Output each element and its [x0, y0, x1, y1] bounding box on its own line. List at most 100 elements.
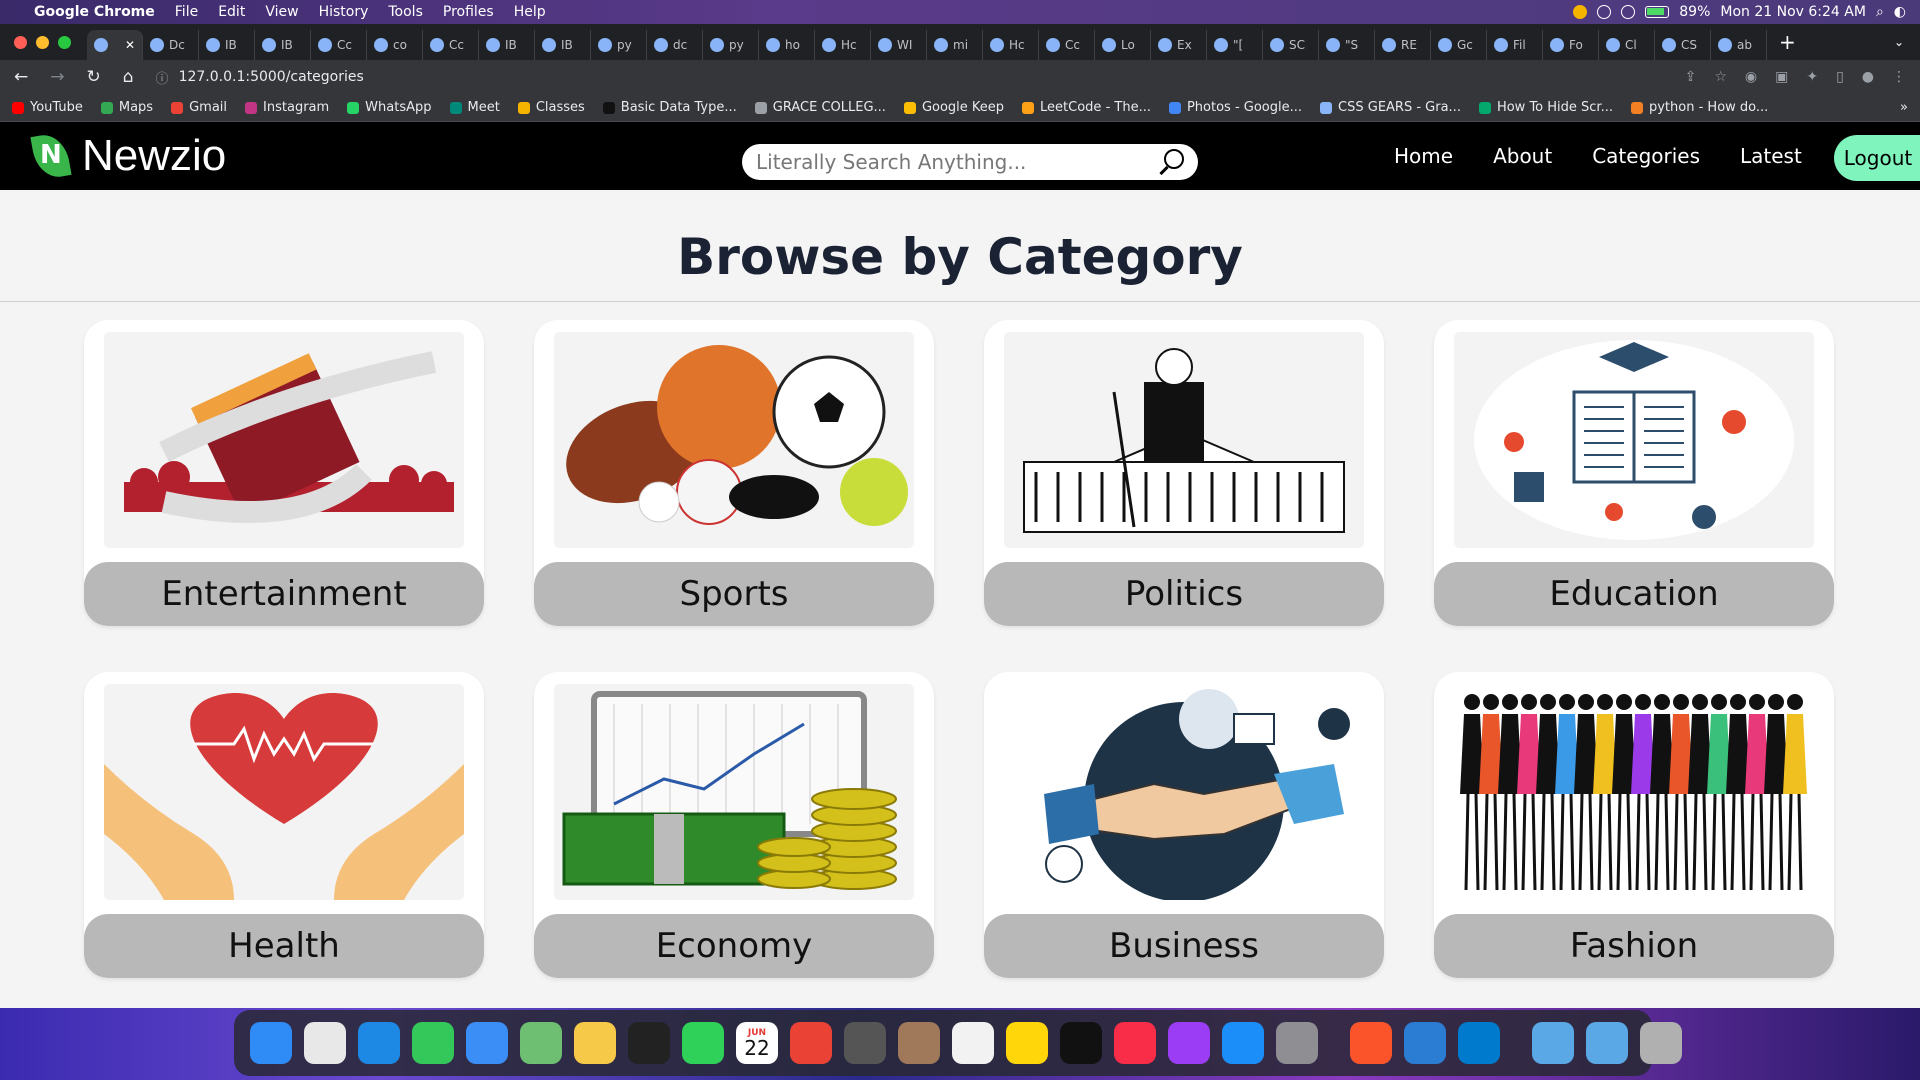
- chrome-menu-icon[interactable]: ⋮: [1892, 69, 1906, 85]
- forward-button[interactable]: →: [50, 67, 64, 87]
- bookmark-item[interactable]: YouTube: [12, 100, 83, 115]
- browser-tab[interactable]: Lo: [1095, 30, 1151, 60]
- tab-search-chevron-icon[interactable]: ⌄: [1894, 35, 1904, 49]
- category-card[interactable]: Health: [84, 672, 484, 978]
- category-label[interactable]: Economy: [534, 914, 934, 978]
- browser-tab[interactable]: "[: [1207, 30, 1263, 60]
- close-window-button[interactable]: [14, 35, 27, 49]
- capitol-figure-icon[interactable]: [1004, 332, 1364, 548]
- money-chart-icon[interactable]: [554, 684, 914, 900]
- battery-icon[interactable]: [1645, 6, 1670, 18]
- app-store-icon[interactable]: [1222, 1022, 1264, 1064]
- film-reel-icon[interactable]: [104, 332, 464, 548]
- bookmark-item[interactable]: LeetCode - The...: [1022, 100, 1151, 115]
- bookmark-item[interactable]: Instagram: [245, 100, 329, 115]
- launchpad-icon[interactable]: [304, 1022, 346, 1064]
- category-label[interactable]: Politics: [984, 562, 1384, 626]
- translate-icon[interactable]: ▣: [1775, 69, 1788, 85]
- category-card[interactable]: Economy: [534, 672, 934, 978]
- browser-tab[interactable]: Hc: [983, 30, 1039, 60]
- browser-tab[interactable]: WI: [871, 30, 927, 60]
- tab-close-icon[interactable]: ✕: [125, 38, 135, 52]
- bookmark-item[interactable]: GRACE COLLEG...: [754, 100, 886, 115]
- browser-tab[interactable]: ho: [759, 30, 815, 60]
- handshake-icon[interactable]: [1004, 684, 1364, 900]
- calendar-icon[interactable]: JUN 22: [736, 1022, 778, 1064]
- browser-tab[interactable]: Cc: [1039, 30, 1095, 60]
- browser-tab[interactable]: Hc: [815, 30, 871, 60]
- reload-button[interactable]: ↻: [87, 67, 101, 87]
- nav-about-link[interactable]: About: [1493, 144, 1552, 168]
- site-info-icon[interactable]: ⓘ: [156, 68, 169, 87]
- bookmark-item[interactable]: Photos - Google...: [1168, 100, 1302, 115]
- browser-tab[interactable]: Cc: [311, 30, 367, 60]
- home-button[interactable]: ⌂: [123, 67, 134, 87]
- search-input[interactable]: [756, 150, 1158, 174]
- minimize-window-button[interactable]: [36, 35, 49, 49]
- bookmark-item[interactable]: Gmail: [171, 100, 227, 115]
- downloads-icon[interactable]: [1532, 1022, 1574, 1064]
- browser-tab[interactable]: IB: [199, 30, 255, 60]
- maps-icon[interactable]: [520, 1022, 562, 1064]
- folder-icon[interactable]: [1586, 1022, 1628, 1064]
- category-label[interactable]: Entertainment: [84, 562, 484, 626]
- browser-tab[interactable]: CS: [1655, 30, 1711, 60]
- new-tab-button[interactable]: +: [1779, 30, 1796, 54]
- browser-tab[interactable]: ab: [1711, 30, 1767, 60]
- category-label[interactable]: Education: [1434, 562, 1834, 626]
- copilot-icon[interactable]: [1404, 1022, 1446, 1064]
- music-icon[interactable]: [1114, 1022, 1156, 1064]
- facetime-icon[interactable]: [682, 1022, 724, 1064]
- browser-tab[interactable]: py: [591, 30, 647, 60]
- bookmark-star-icon[interactable]: ☆: [1714, 69, 1727, 85]
- browser-tab[interactable]: "S: [1319, 30, 1375, 60]
- heart-hands-icon[interactable]: [104, 684, 464, 900]
- category-card[interactable]: Business: [984, 672, 1384, 978]
- browser-tab[interactable]: Fil: [1487, 30, 1543, 60]
- menubar-clock[interactable]: Mon 21 Nov 6:24 AM: [1720, 4, 1866, 20]
- logout-button[interactable]: Logout: [1834, 135, 1920, 181]
- vscode-icon[interactable]: [1458, 1022, 1500, 1064]
- site-logo[interactable]: N Newzio: [30, 131, 226, 181]
- category-label[interactable]: Sports: [534, 562, 934, 626]
- browser-tab[interactable]: co: [367, 30, 423, 60]
- bookmark-item[interactable]: CSS GEARS - Gra...: [1320, 100, 1461, 115]
- browser-tab[interactable]: py: [703, 30, 759, 60]
- menu-help[interactable]: Help: [514, 4, 546, 20]
- bookmarks-overflow-icon[interactable]: »: [1900, 100, 1908, 115]
- screenshot-icon[interactable]: [844, 1022, 886, 1064]
- nav-categories-link[interactable]: Categories: [1592, 144, 1700, 168]
- address-bar[interactable]: ⓘ 127.0.0.1:5000/categories: [156, 63, 1667, 91]
- spotlight-search-icon[interactable]: ⌕: [1876, 4, 1884, 20]
- category-card[interactable]: Entertainment: [84, 320, 484, 626]
- category-label[interactable]: Fashion: [1434, 914, 1834, 978]
- voice-memos-icon[interactable]: [628, 1022, 670, 1064]
- address-url[interactable]: 127.0.0.1:5000/categories: [179, 69, 364, 85]
- mail-icon[interactable]: [466, 1022, 508, 1064]
- browser-tab[interactable]: IB: [479, 30, 535, 60]
- bookmark-item[interactable]: Google Keep: [903, 100, 1004, 115]
- bookmark-item[interactable]: How To Hide Scr...: [1478, 100, 1613, 115]
- chrome-icon[interactable]: [790, 1022, 832, 1064]
- menu-tools[interactable]: Tools: [388, 4, 423, 20]
- browser-tab[interactable]: Dc: [143, 30, 199, 60]
- browser-tab[interactable]: Cc: [423, 30, 479, 60]
- notes-icon[interactable]: [1006, 1022, 1048, 1064]
- category-card[interactable]: Education: [1434, 320, 1834, 626]
- menu-profiles[interactable]: Profiles: [443, 4, 494, 20]
- menu-edit[interactable]: Edit: [218, 4, 245, 20]
- extension-icon[interactable]: ◉: [1745, 69, 1757, 85]
- bookmark-item[interactable]: Meet: [449, 100, 500, 115]
- category-card[interactable]: Fashion: [1434, 672, 1834, 978]
- trash-icon[interactable]: [1640, 1022, 1682, 1064]
- category-card[interactable]: Sports: [534, 320, 934, 626]
- bluetooth-icon[interactable]: [1621, 5, 1636, 19]
- menu-app-name[interactable]: Google Chrome: [34, 4, 155, 20]
- nav-latest-link[interactable]: Latest: [1740, 144, 1802, 168]
- profile-icon[interactable]: ●: [1862, 69, 1874, 85]
- safari-icon[interactable]: [358, 1022, 400, 1064]
- browser-tab[interactable]: dc: [647, 30, 703, 60]
- browser-tab[interactable]: mi: [927, 30, 983, 60]
- browser-tab[interactable]: Fo: [1543, 30, 1599, 60]
- system-settings-icon[interactable]: [1276, 1022, 1318, 1064]
